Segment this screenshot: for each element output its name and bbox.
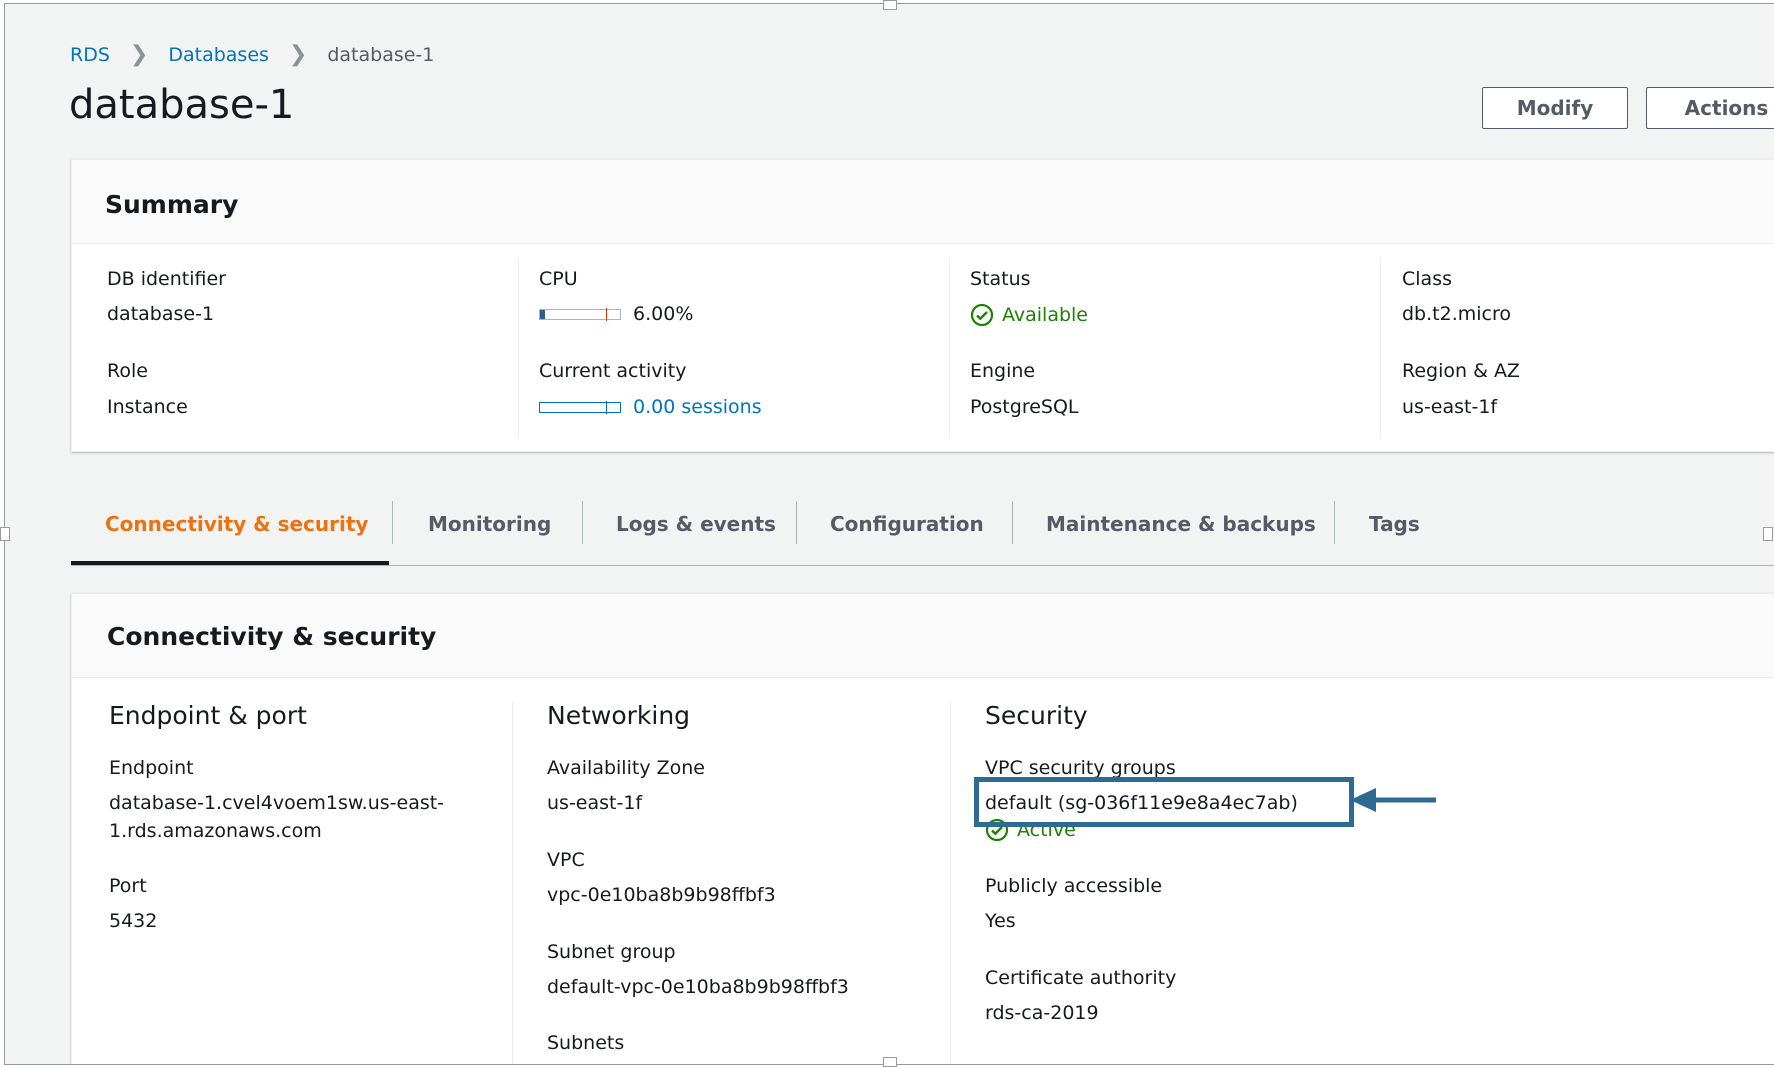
divider — [1380, 258, 1381, 438]
page-title: database-1 — [69, 82, 295, 128]
cpu-meter: 6.00% — [539, 303, 693, 325]
tab-tags[interactable]: Tags — [1369, 512, 1420, 536]
modify-button[interactable]: Modify — [1482, 87, 1628, 129]
tab-bar: Connectivity & security Monitoring Logs … — [71, 482, 1774, 566]
tab-divider — [1334, 501, 1335, 544]
status-value: Available — [970, 303, 1088, 327]
breadcrumb: RDS ❯ Databases ❯ database-1 — [70, 42, 434, 67]
status-text: Available — [1002, 304, 1089, 326]
connectivity-header: Connectivity & security — [72, 594, 1774, 678]
vpc-label: VPC — [547, 849, 585, 871]
endpoint-value-line2: 1.rds.amazonaws.com — [109, 820, 322, 842]
networking-heading: Networking — [547, 701, 691, 730]
check-circle-icon — [970, 303, 994, 327]
subnet-group-value: default-vpc-0e10ba8b9b98ffbf3 — [547, 976, 849, 998]
cpu-threshold-marker — [606, 308, 607, 321]
role-label: Role — [107, 360, 148, 382]
tab-divider — [1012, 501, 1013, 544]
cpu-value: 6.00% — [633, 303, 694, 325]
vpc-link[interactable]: vpc-0e10ba8b9b98ffbf3 — [547, 884, 776, 906]
current-activity-label: Current activity — [539, 360, 687, 382]
security-heading: Security — [985, 701, 1088, 730]
divider — [512, 702, 513, 1064]
status-label: Status — [970, 268, 1031, 290]
region-label: Region & AZ — [1402, 360, 1520, 382]
chevron-right-icon: ❯ — [288, 42, 308, 67]
endpoint-port-heading: Endpoint & port — [109, 701, 307, 730]
db-identifier-value: database-1 — [107, 303, 215, 325]
port-label: Port — [109, 875, 147, 897]
publicly-accessible-label: Publicly accessible — [985, 875, 1163, 897]
port-value: 5432 — [109, 910, 158, 932]
engine-label: Engine — [970, 360, 1036, 382]
breadcrumb-databases-link[interactable]: Databases — [168, 44, 269, 66]
activity-meter: 0.00 sessions — [539, 396, 762, 418]
annotation-highlight-box — [974, 777, 1354, 827]
class-value: db.t2.micro — [1402, 303, 1511, 325]
certificate-authority-label: Certificate authority — [985, 967, 1177, 989]
resize-handle[interactable] — [1763, 527, 1773, 541]
region-value: us-east-1f — [1402, 396, 1498, 418]
summary-header: Summary — [72, 160, 1774, 244]
subnets-label: Subnets — [547, 1032, 625, 1054]
availability-zone-label: Availability Zone — [547, 757, 705, 779]
console-window: RDS ❯ Databases ❯ database-1 database-1 … — [4, 3, 1774, 1065]
summary-title: Summary — [105, 190, 239, 219]
breadcrumb-current: database-1 — [327, 43, 435, 66]
chevron-right-icon: ❯ — [129, 42, 149, 67]
tab-configuration[interactable]: Configuration — [830, 512, 984, 536]
active-tab-underline — [71, 561, 389, 565]
activity-bar — [539, 401, 621, 414]
connectivity-panel: Connectivity & security Endpoint & port … — [71, 593, 1774, 1064]
sessions-link[interactable]: 0.00 sessions — [633, 396, 762, 418]
db-identifier-label: DB identifier — [107, 268, 226, 290]
divider — [950, 702, 951, 1064]
activity-marker — [606, 401, 607, 414]
engine-value: PostgreSQL — [970, 396, 1079, 418]
endpoint-label: Endpoint — [109, 757, 194, 779]
endpoint-value-line1: database-1.cvel4voem1sw.us-east- — [109, 792, 445, 814]
tab-maintenance-backups[interactable]: Maintenance & backups — [1046, 512, 1316, 536]
tab-divider — [582, 501, 583, 544]
summary-panel: Summary DB identifier database-1 Role In… — [71, 159, 1774, 452]
breadcrumb-rds-link[interactable]: RDS — [70, 44, 110, 66]
role-value: Instance — [107, 396, 188, 418]
class-label: Class — [1402, 268, 1452, 290]
actions-button[interactable]: Actions — [1646, 87, 1774, 129]
tab-monitoring[interactable]: Monitoring — [428, 512, 551, 536]
divider — [518, 258, 519, 438]
resize-handle[interactable] — [883, 0, 897, 10]
tab-divider — [392, 501, 393, 544]
divider — [949, 258, 950, 438]
cpu-bar-fill — [540, 310, 545, 319]
availability-zone-value: us-east-1f — [547, 792, 643, 814]
cpu-bar — [539, 308, 621, 321]
connectivity-title: Connectivity & security — [107, 622, 437, 651]
tab-logs-events[interactable]: Logs & events — [616, 512, 776, 536]
certificate-authority-value: rds-ca-2019 — [985, 1002, 1099, 1024]
tab-connectivity-security[interactable]: Connectivity & security — [105, 512, 368, 536]
publicly-accessible-value: Yes — [985, 910, 1016, 932]
subnet-group-label: Subnet group — [547, 941, 676, 963]
annotation-arrow-icon — [1350, 788, 1436, 812]
vpc-security-groups-label: VPC security groups — [985, 757, 1176, 779]
tab-divider — [796, 501, 797, 544]
cpu-label: CPU — [539, 268, 578, 290]
resize-handle[interactable] — [0, 527, 10, 541]
